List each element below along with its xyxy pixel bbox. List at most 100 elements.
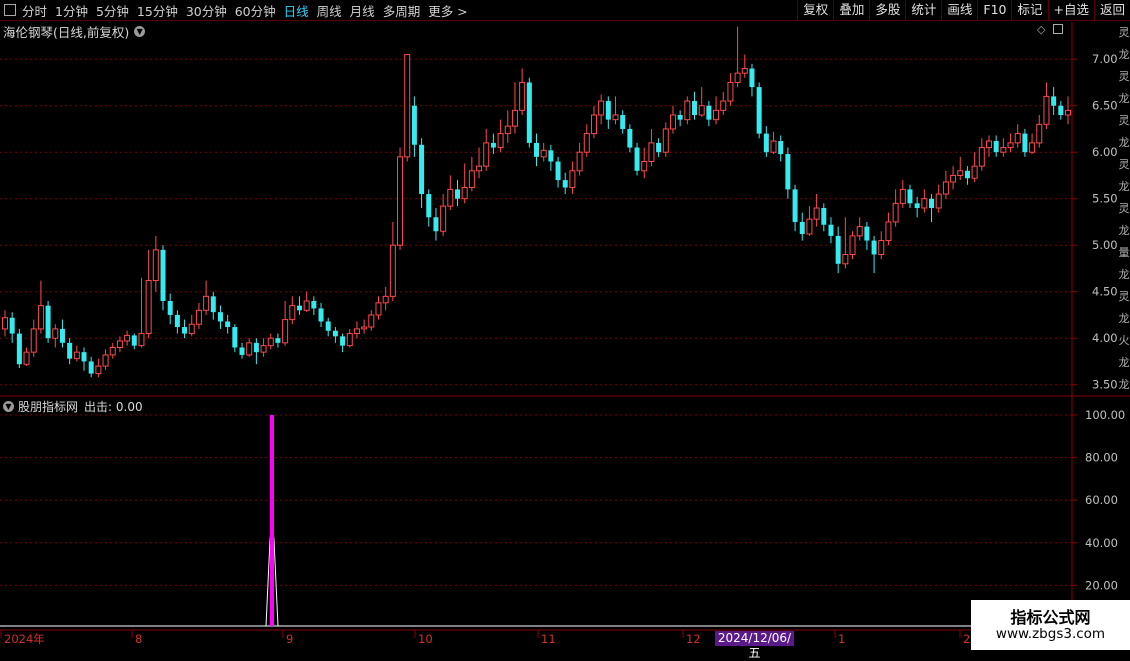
indicator-tick-label: 80.00 xyxy=(1085,451,1118,465)
candle-body-up xyxy=(289,305,296,321)
candle-body-down xyxy=(340,336,346,346)
cursor-date-label: 2024/12/06/五 xyxy=(715,631,794,660)
candle-body-up xyxy=(1000,147,1007,153)
y-tick-label: 5.50 xyxy=(1092,192,1118,206)
candle-body-down xyxy=(253,342,259,353)
period-tab[interactable]: 15分钟 xyxy=(137,1,178,20)
signal-bar xyxy=(270,415,274,626)
period-tab[interactable]: 多周期 xyxy=(383,1,421,20)
candle-body-up xyxy=(741,68,748,74)
period-tab[interactable]: 5分钟 xyxy=(96,1,129,20)
period-tab[interactable]: 日线 xyxy=(284,1,309,20)
toolbar-action-button[interactable]: 统计 xyxy=(905,0,941,20)
period-tab[interactable]: 1分钟 xyxy=(55,1,88,20)
period-tab[interactable]: 月线 xyxy=(350,1,375,20)
action-buttons: 复权 叠加 多股 统计 画线 F10 标记 +自选 返回 xyxy=(797,0,1130,20)
toolbar-action-button[interactable]: 标记 xyxy=(1011,0,1047,20)
candle-body-down xyxy=(534,142,539,157)
candle-body-down xyxy=(88,361,94,374)
candle-body-down xyxy=(562,180,568,188)
indicator-tick-label: 60.00 xyxy=(1085,493,1118,507)
toolbar-action-button[interactable]: 多股 xyxy=(869,0,905,20)
period-tab[interactable]: 30分钟 xyxy=(186,1,227,20)
candle-body-up xyxy=(461,187,468,200)
candle-body-up xyxy=(30,328,37,353)
period-tab[interactable]: 更多 > xyxy=(428,1,467,20)
y-tick-label: 4.50 xyxy=(1092,285,1118,299)
candle-body-up xyxy=(957,170,964,176)
strip-glyph: 龙 xyxy=(1118,356,1130,369)
y-tick-label: 7.00 xyxy=(1092,52,1118,66)
candle-body-up xyxy=(713,109,720,121)
candle-body-up xyxy=(389,244,396,297)
candle-body-down xyxy=(785,154,791,190)
candle-body-down xyxy=(311,301,317,309)
strip-glyph: 灵 xyxy=(1118,70,1130,83)
candle-body-up xyxy=(806,218,813,235)
candle-body-down xyxy=(548,150,554,162)
candle-body-down xyxy=(59,328,65,343)
candle-body-up xyxy=(669,114,676,130)
candle-body-down xyxy=(210,296,216,313)
candle-body-down xyxy=(275,338,281,343)
toolbar-action-button[interactable]: 叠加 xyxy=(833,0,869,20)
candle-body-down xyxy=(239,347,245,355)
candle-body-up xyxy=(73,351,80,360)
candle-body-up xyxy=(116,340,123,348)
strip-glyph: 龙 xyxy=(1118,268,1130,281)
candle-body-up xyxy=(727,81,734,102)
indicator-name: 股朋指标网 xyxy=(18,400,79,414)
strip-glyph: 灵 xyxy=(1118,158,1130,171)
watermark-url: www.zbgs3.com xyxy=(995,626,1106,642)
strip-glyph: 量 xyxy=(1118,246,1130,259)
candle-body-up xyxy=(641,161,648,172)
strip-glyph: 灵 xyxy=(1118,290,1130,303)
candle-body-up xyxy=(382,295,389,304)
candle-body-down xyxy=(634,147,640,171)
toolbar-action-button[interactable]: 画线 xyxy=(941,0,977,20)
candle-body-up xyxy=(282,319,289,344)
period-tab[interactable]: 60分钟 xyxy=(235,1,276,20)
chevron-down-icon[interactable]: ▼ xyxy=(3,401,14,412)
y-tick-label: 4.00 xyxy=(1092,331,1118,345)
diamond-icon[interactable]: ◇ xyxy=(1037,23,1045,36)
x-axis-label: 1 xyxy=(838,632,845,646)
candle-body-up xyxy=(2,317,8,330)
candle-body-up xyxy=(1065,109,1071,116)
panel-toggle-icon[interactable] xyxy=(1053,24,1064,34)
candle-body-down xyxy=(993,141,999,153)
candle-body-up xyxy=(1036,123,1043,144)
candle-body-down xyxy=(1022,133,1028,153)
candle-body-up xyxy=(720,100,727,111)
candle-body-up xyxy=(468,170,475,189)
candle-body-up xyxy=(511,109,518,127)
strip-glyph: 龙 xyxy=(1118,312,1130,325)
candle-body-up xyxy=(23,351,30,365)
candle-body-up xyxy=(662,128,669,153)
candle-body-down xyxy=(692,101,698,115)
candle-body-down xyxy=(907,189,913,204)
indicator-value: 出击: 0.00 xyxy=(84,400,143,414)
candle-body-up xyxy=(849,235,856,255)
candle-body-up xyxy=(375,302,382,316)
candle-body-up xyxy=(95,365,102,375)
watermark-title: 指标公式网 xyxy=(1010,608,1091,627)
window-icon[interactable] xyxy=(4,4,16,16)
candle-body-up xyxy=(52,328,59,339)
candle-body-down xyxy=(419,144,425,195)
candle-body-down xyxy=(167,301,173,315)
toolbar-action-button[interactable]: F10 xyxy=(977,0,1011,20)
period-tab[interactable]: 分时 xyxy=(22,1,47,20)
strip-glyph: 灵 xyxy=(1118,202,1130,215)
candle-body-up xyxy=(267,337,274,347)
chevron-down-icon[interactable]: ▼ xyxy=(134,26,146,37)
toolbar-action-button[interactable]: 复权 xyxy=(797,0,833,20)
candle-body-up xyxy=(648,142,655,162)
candle-body-up xyxy=(684,100,691,121)
candle-body-down xyxy=(964,170,970,179)
period-tab[interactable]: 周线 xyxy=(317,1,342,20)
candle-body-down xyxy=(605,101,611,120)
toolbar-action-button[interactable]: 返回 xyxy=(1093,0,1130,20)
toolbar-action-button[interactable]: +自选 xyxy=(1047,0,1094,20)
candle-body-up xyxy=(138,333,145,347)
